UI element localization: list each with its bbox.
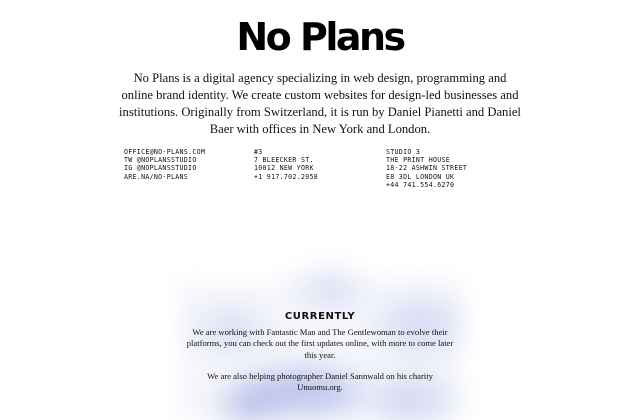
london-building: THE PRINT HOUSE	[386, 156, 451, 165]
london-street: 18-22 ASHWIN STREET	[386, 164, 468, 173]
london-studio: STUDIO 3	[386, 148, 421, 156]
london-city: E8 3DL LONDON UK	[386, 172, 455, 181]
ny-street: 7 BLEECKER ST.	[254, 156, 314, 165]
ny-phone-link[interactable]: +1 917.702.2058	[254, 173, 318, 181]
blurred-image-shape	[300, 276, 360, 302]
logo[interactable]: No Plans	[0, 14, 640, 60]
currently-paragraph: We are working with Fantastic Man and Th…	[186, 327, 454, 360]
twitter-link[interactable]: TW @NOPLANSSTUDIO	[124, 156, 205, 164]
arena-link[interactable]: ARE.NA/NO-PLANS	[124, 173, 205, 181]
blurred-image-shape	[222, 392, 272, 416]
instagram-link[interactable]: IG @NOPLANSSTUDIO	[124, 164, 205, 172]
intro-text: No Plans is a digital agency specializin…	[119, 71, 521, 136]
contact-online: OFFICE@NO-PLANS.COM TW @NOPLANSSTUDIO IG…	[124, 148, 205, 181]
email-link[interactable]: OFFICE@NO-PLANS.COM	[124, 148, 205, 156]
currently-heading: CURRENTLY	[284, 311, 356, 322]
ny-city: 10012 NEW YORK	[254, 164, 314, 173]
currently-paragraph: We are also helping photographer Daniel …	[207, 371, 433, 393]
contact-london: STUDIO 3 THE PRINT HOUSE 18-22 ASHWIN ST…	[386, 148, 467, 189]
contact-new-york: #3 7 BLEECKER ST. 10012 NEW YORK +1 917.…	[254, 148, 318, 181]
ny-unit: #3	[254, 148, 263, 156]
london-phone-link[interactable]: +44 741.554.6270	[386, 181, 467, 189]
